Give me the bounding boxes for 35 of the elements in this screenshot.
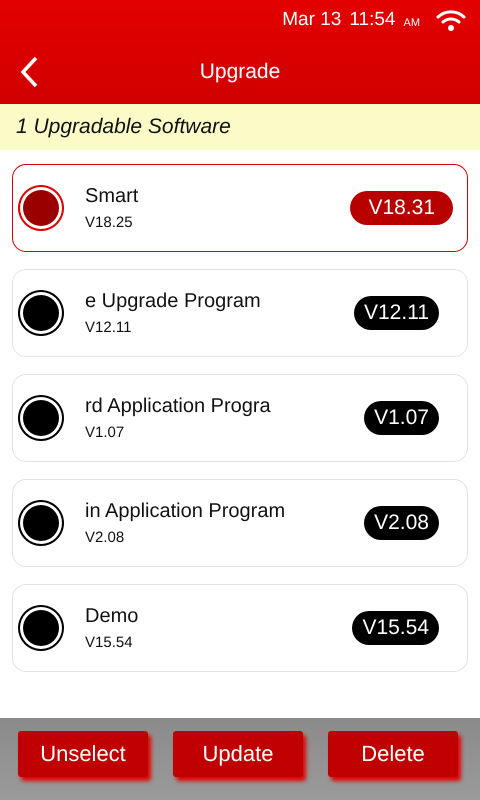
status-ampm: AM — [404, 17, 420, 29]
status-date: Mar 13 — [282, 9, 342, 31]
new-version-badge: V12.11 — [354, 296, 439, 330]
radio-button[interactable] — [23, 190, 59, 226]
software-item[interactable]: e Upgrade Program V12.11 V12.11 — [12, 269, 468, 357]
software-name: in Application Program — [85, 500, 286, 523]
current-version: V2.08 — [85, 529, 126, 546]
status-time: 11:54 — [349, 9, 396, 31]
banner-text: 1 Upgradable Software — [0, 104, 480, 150]
software-item[interactable]: Smart V18.25 V18.31 — [12, 164, 468, 252]
wifi-icon — [436, 9, 466, 31]
page-title: Upgrade — [200, 60, 280, 84]
radio-button[interactable] — [23, 400, 59, 436]
radio-button[interactable] — [23, 295, 59, 331]
radio-button[interactable] — [23, 505, 59, 541]
action-button[interactable]: Delete — [328, 731, 458, 777]
radio-button[interactable] — [23, 610, 59, 646]
current-version: V12.11 — [85, 319, 132, 336]
action-button[interactable]: Update — [173, 731, 303, 777]
new-version-badge: V18.31 — [350, 191, 453, 225]
new-version-badge: V15.54 — [352, 611, 439, 645]
new-version-badge: V1.07 — [364, 401, 439, 435]
software-name: Demo — [85, 605, 140, 628]
software-name: rd Application Progra — [85, 395, 272, 418]
new-version-badge: V2.08 — [364, 506, 439, 540]
current-version: V18.25 — [85, 214, 134, 231]
chevron-left-icon — [20, 56, 38, 88]
current-version: V1.07 — [85, 424, 126, 441]
software-item[interactable]: rd Application Progra V1.07 V1.07 — [12, 374, 468, 462]
current-version: V15.54 — [85, 634, 134, 651]
action-button[interactable]: Unselect — [18, 731, 148, 777]
software-name: e Upgrade Program — [85, 290, 262, 313]
software-item[interactable]: Demo V15.54 V15.54 — [12, 584, 468, 672]
software-item[interactable]: in Application Program V2.08 V2.08 — [12, 479, 468, 567]
software-name: Smart — [85, 185, 140, 208]
